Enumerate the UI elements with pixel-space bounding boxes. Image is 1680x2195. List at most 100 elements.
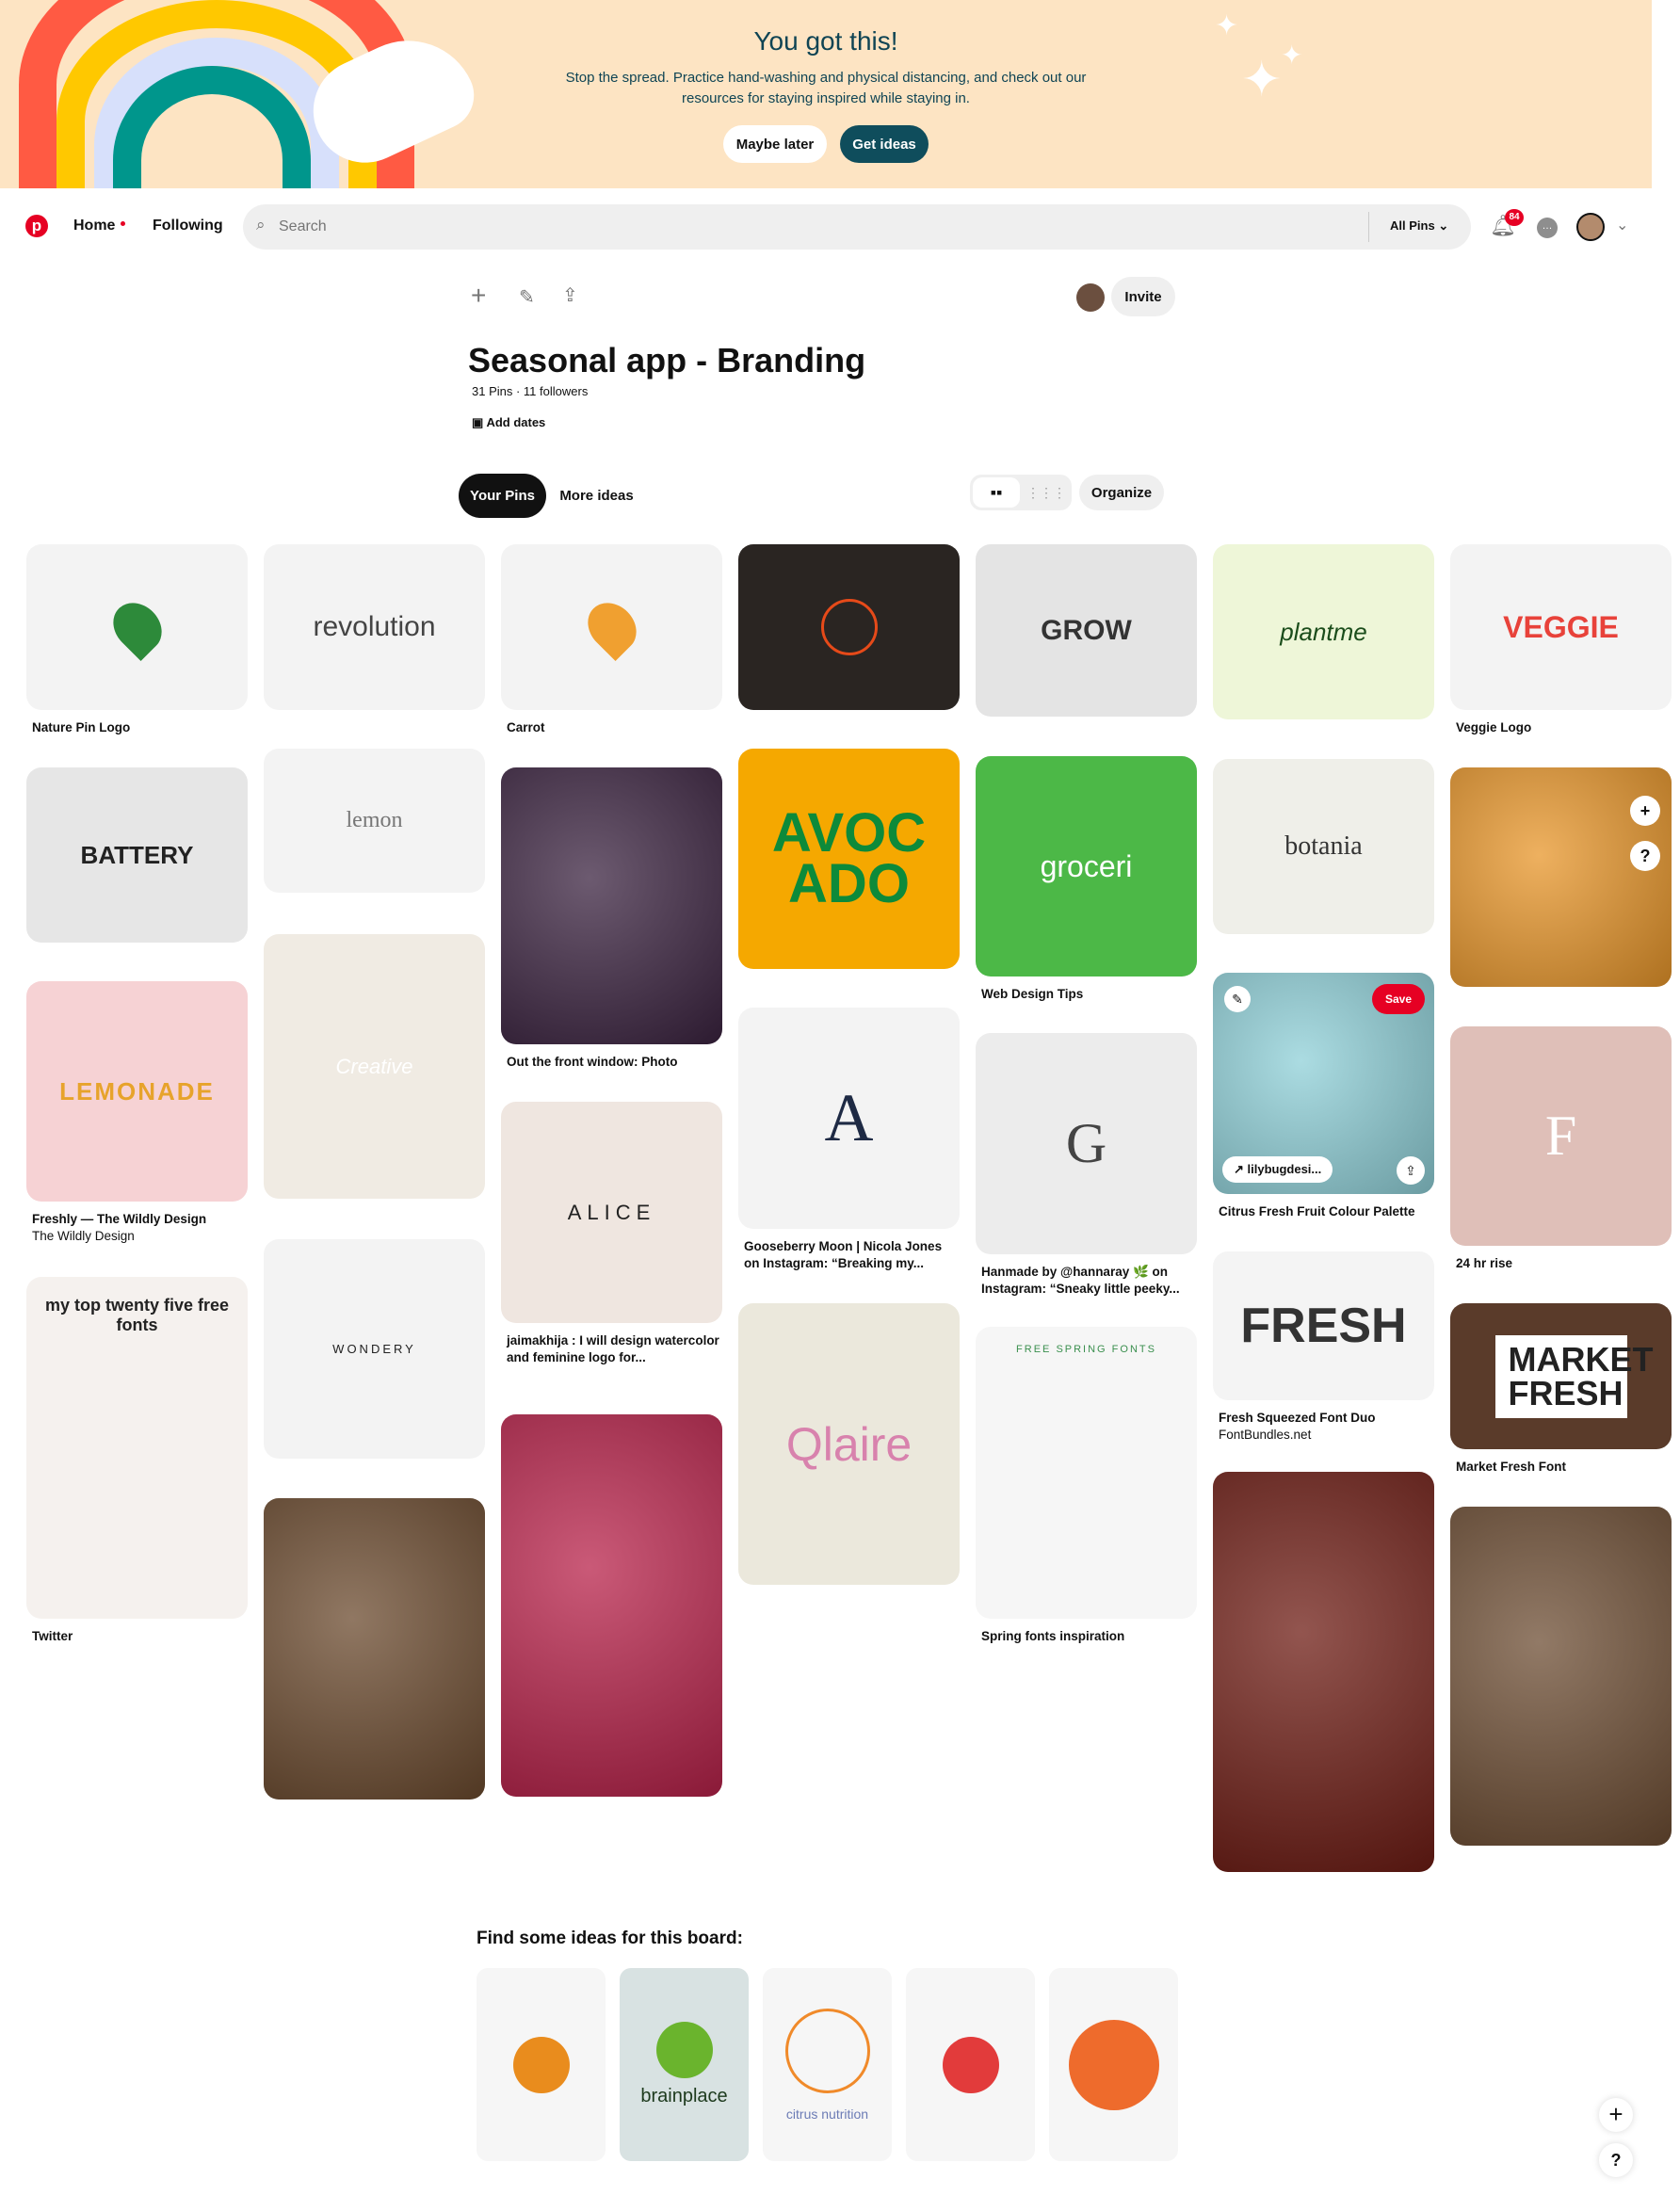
pin-title: Out the front window: Photo xyxy=(507,1055,678,1069)
idea-card[interactable] xyxy=(477,1968,606,2161)
pin-caption[interactable]: jaimakhija : I will design watercolor an… xyxy=(507,1332,723,1366)
pin-card[interactable]: VEGGIE xyxy=(1450,544,1672,710)
compact-grid-icon[interactable]: ⋮⋮⋮ xyxy=(1023,477,1070,508)
tab-your-pins[interactable]: Your Pins xyxy=(459,474,546,518)
pin-caption[interactable]: 24 hr rise xyxy=(1456,1255,1672,1272)
nav-home[interactable]: Home xyxy=(73,218,115,234)
pin-caption[interactable]: Fresh Squeezed Font Duo FontBundles.net xyxy=(1219,1410,1435,1444)
pin-card[interactable]: my top twenty five free fonts xyxy=(26,1277,248,1619)
pin-title: Nature Pin Logo xyxy=(32,720,131,734)
pin-card[interactable]: A xyxy=(738,1008,960,1229)
pin-caption[interactable]: Veggie Logo xyxy=(1456,719,1672,736)
tab-more-ideas[interactable]: More ideas xyxy=(552,474,641,518)
pin-caption[interactable]: Web Design Tips xyxy=(981,986,1198,1003)
pin-image-text: FRESH xyxy=(1240,1299,1407,1353)
pin-card[interactable]: FRESH xyxy=(1213,1251,1434,1400)
search-input[interactable] xyxy=(279,204,1315,250)
idea-card[interactable]: citrus nutrition xyxy=(763,1968,892,2161)
pin-caption[interactable]: Out the front window: Photo xyxy=(507,1054,723,1071)
pin-caption[interactable]: Citrus Fresh Fruit Colour Palette xyxy=(1219,1203,1435,1220)
share-icon[interactable]: ⇪ xyxy=(1397,1156,1425,1185)
default-grid-icon[interactable]: ▪▪ xyxy=(973,477,1020,508)
pin-card[interactable]: FREE SPRING FONTS xyxy=(976,1327,1197,1619)
invite-button[interactable]: Invite xyxy=(1111,277,1175,316)
add-icon[interactable]: + xyxy=(1630,796,1660,826)
pin-caption[interactable]: Hanmade by @hannaray 🌿 on Instagram: “Sn… xyxy=(981,1264,1198,1298)
pin-card[interactable]: plantme xyxy=(1213,544,1434,719)
edit-icon[interactable]: ✎ xyxy=(1224,986,1251,1012)
arrow-icon: ↗ xyxy=(1234,1162,1248,1176)
pin-card[interactable]: Creative xyxy=(264,934,485,1199)
covid-banner: You got this! Stop the spread. Practice … xyxy=(0,0,1652,188)
pin-card[interactable]: botania xyxy=(1213,759,1434,934)
pin-card[interactable]: revolution xyxy=(264,544,485,710)
pin-card[interactable]: Save ✎ ↗ lilybugdesi... ⇪ xyxy=(1213,973,1434,1194)
pin-image-text: G xyxy=(1065,1112,1107,1174)
pin-caption[interactable]: Carrot xyxy=(507,719,723,736)
help-button[interactable]: ? xyxy=(1599,2143,1633,2177)
idea-card[interactable]: brainplace xyxy=(620,1968,749,2161)
idea-card[interactable] xyxy=(1049,1968,1178,2161)
create-pin-button[interactable]: + xyxy=(1599,2098,1633,2132)
pin-title: Veggie Logo xyxy=(1456,720,1532,734)
pin-card[interactable]: WONDERY xyxy=(264,1239,485,1459)
add-dates-button[interactable]: ▣ Add dates xyxy=(472,415,545,430)
get-ideas-button[interactable]: Get ideas xyxy=(840,125,929,163)
pin-card[interactable] xyxy=(264,1498,485,1800)
pin-card[interactable] xyxy=(501,767,722,1044)
pin-card[interactable]: Qlaire xyxy=(738,1303,960,1585)
add-icon[interactable]: + xyxy=(471,281,486,311)
help-icon[interactable]: ? xyxy=(1630,841,1660,871)
pin-card[interactable]: F xyxy=(1450,1026,1672,1246)
pin-card[interactable] xyxy=(26,544,248,710)
pin-card[interactable] xyxy=(1450,1507,1672,1846)
pin-photo xyxy=(1450,1507,1672,1846)
pin-card[interactable]: G xyxy=(976,1033,1197,1254)
collaborator-avatar[interactable] xyxy=(1076,283,1105,312)
pin-image-text: Qlaire xyxy=(785,1417,913,1471)
pin-card[interactable] xyxy=(738,544,960,710)
account-chevron-icon[interactable]: ⌄ xyxy=(1616,216,1628,234)
pin-image-text: GROW xyxy=(1041,614,1132,646)
pin-image-text: BATTERY xyxy=(80,840,194,869)
maybe-later-button[interactable]: Maybe later xyxy=(723,125,827,163)
pin-card[interactable]: groceri xyxy=(976,756,1197,976)
messages-icon[interactable]: … xyxy=(1537,218,1558,238)
pin-card[interactable]: +? xyxy=(1450,767,1672,987)
nav-following[interactable]: Following xyxy=(153,218,223,234)
pin-card[interactable]: GROW xyxy=(976,544,1197,717)
board-stats: 31 Pins · 11 followers xyxy=(472,384,589,398)
pin-caption[interactable]: Freshly — The Wildly Design The Wildly De… xyxy=(32,1211,249,1245)
pin-card[interactable]: MARKET FRESH xyxy=(1450,1303,1672,1449)
pin-image-text: VEGGIE xyxy=(1503,609,1619,644)
scope-dropdown[interactable]: All Pins ⌄ xyxy=(1390,218,1448,234)
orange-outline-icon xyxy=(820,599,878,655)
organize-button[interactable]: Organize xyxy=(1079,475,1164,510)
pin-card[interactable]: lemon xyxy=(264,749,485,893)
pin-card[interactable]: ALICE xyxy=(501,1102,722,1323)
pin-source: The Wildly Design xyxy=(32,1229,135,1243)
pin-caption[interactable]: Gooseberry Moon | Nicola Jones on Instag… xyxy=(744,1238,961,1272)
save-button[interactable]: Save xyxy=(1371,984,1425,1014)
pin-card[interactable]: BATTERY xyxy=(26,767,248,943)
pin-caption[interactable]: Twitter xyxy=(32,1628,249,1645)
sparkle-icon: ✦ xyxy=(1215,10,1239,41)
pin-card[interactable] xyxy=(501,1414,722,1797)
pin-caption[interactable]: Spring fonts inspiration xyxy=(981,1628,1198,1645)
edit-icon[interactable]: ✎ xyxy=(519,285,535,309)
pinterest-logo-icon[interactable]: p xyxy=(25,215,48,237)
pin-caption[interactable]: Market Fresh Font xyxy=(1456,1459,1672,1476)
sparkle-icon: ✦ xyxy=(1281,40,1303,70)
share-icon[interactable]: ⇪ xyxy=(562,283,578,307)
avatar[interactable] xyxy=(1576,213,1605,241)
carrot-pin-icon xyxy=(577,592,646,662)
pin-card[interactable] xyxy=(1213,1472,1434,1872)
idea-card[interactable] xyxy=(906,1968,1035,2161)
pin-caption[interactable]: Nature Pin Logo xyxy=(32,719,249,736)
pin-card[interactable] xyxy=(501,544,722,710)
source-link[interactable]: ↗ lilybugdesi... xyxy=(1222,1156,1333,1183)
pin-card[interactable]: AVOCADO xyxy=(738,749,960,969)
brain-leaf-icon xyxy=(655,2022,713,2078)
pin-card[interactable]: LEMONADE xyxy=(26,981,248,1202)
pin-source: FontBundles.net xyxy=(1219,1428,1312,1442)
